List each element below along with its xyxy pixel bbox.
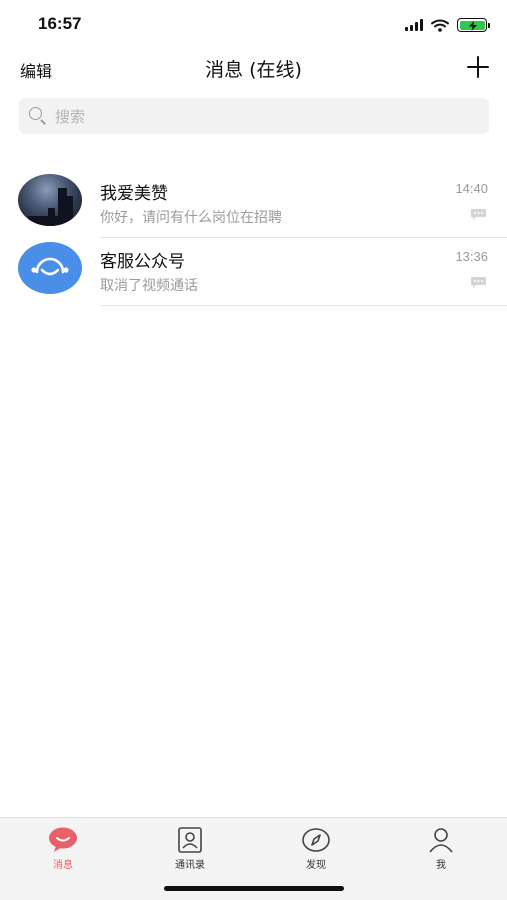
cellular-signal-icon (405, 19, 423, 31)
chat-icon (471, 209, 486, 220)
compass-icon (302, 828, 330, 852)
conversation-preview: 取消了视频通话 (100, 278, 198, 294)
customer-service-icon (18, 242, 82, 294)
tab-me[interactable]: 我 (401, 826, 481, 878)
chat-bubble-icon (49, 827, 77, 852)
tab-label: 发现 (306, 860, 326, 871)
add-icon[interactable] (467, 56, 489, 78)
search-input[interactable]: 搜索 (55, 106, 85, 127)
home-indicator (164, 886, 344, 891)
chat-icon (471, 277, 486, 288)
search-icon (29, 107, 47, 125)
tab-label: 消息 (53, 860, 73, 871)
status-bar: 16:57 (0, 0, 507, 50)
conversation-time: 13:36 (455, 249, 488, 264)
divider (100, 305, 507, 306)
contacts-icon (178, 827, 202, 853)
navigation-bar: 编辑 消息 (在线) (0, 50, 507, 90)
battery-icon (457, 18, 490, 32)
page-title: 消息 (在线) (205, 59, 302, 81)
tab-label: 通讯录 (175, 860, 205, 871)
status-icons (405, 17, 490, 33)
wifi-icon (431, 19, 449, 32)
conversation-item-woaimeizan[interactable]: 我爱美赞 你好，请问有什么岗位在招聘 14:40 (0, 170, 507, 238)
status-time: 16:57 (38, 14, 82, 33)
search-bar[interactable]: 搜索 (19, 98, 489, 134)
person-icon (429, 828, 453, 853)
avatar (18, 174, 82, 226)
tab-label: 我 (436, 860, 446, 871)
conversation-time: 14:40 (455, 181, 488, 196)
conversation-item-customer-service[interactable]: 客服公众号 取消了视频通话 13:36 (0, 238, 507, 306)
conversation-name: 客服公众号 (100, 252, 185, 272)
tab-contacts[interactable]: 通讯录 (150, 826, 230, 878)
tab-discover[interactable]: 发现 (276, 826, 356, 878)
conversation-preview: 你好，请问有什么岗位在招聘 (100, 210, 282, 226)
tab-messages[interactable]: 消息 (23, 826, 103, 878)
conversation-name: 我爱美赞 (100, 184, 168, 204)
